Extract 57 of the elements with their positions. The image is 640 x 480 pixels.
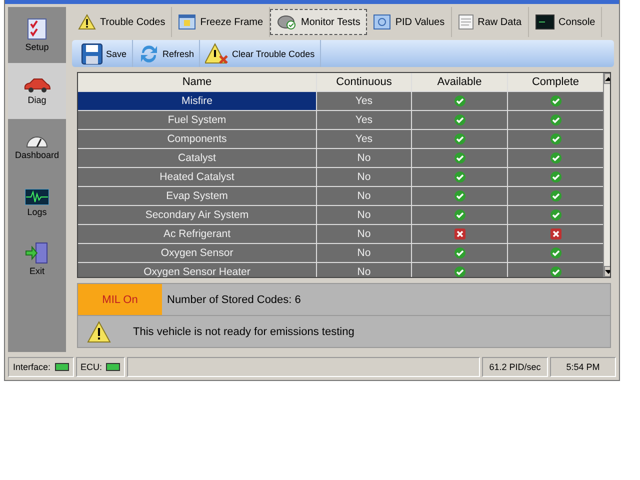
table-cell[interactable]: Oxygen Sensor [78, 244, 316, 262]
clock: 5:54 PM [550, 357, 616, 377]
table-cell[interactable]: Misfire [78, 92, 316, 110]
console-icon [534, 14, 555, 30]
document-icon [458, 14, 474, 30]
sidebar-item[interactable]: Dashboard [8, 119, 66, 175]
scrollbar[interactable] [603, 73, 610, 277]
table-cell[interactable]: Components [78, 130, 316, 148]
table-cell[interactable]: Heated Catalyst [78, 168, 316, 186]
table-cell: Yes [317, 92, 411, 110]
tab[interactable]: Monitor Tests [270, 9, 368, 35]
status-label: ECU: [80, 362, 102, 372]
warning-icon [78, 14, 96, 30]
table-cell[interactable]: Catalyst [78, 149, 316, 167]
status-label: Interface: [13, 362, 51, 372]
sidebar-item[interactable]: Diag [8, 63, 66, 119]
tab[interactable]: Trouble Codes [72, 7, 172, 37]
emissions-message: This vehicle is not ready for emissions testing [133, 326, 354, 338]
table-cell: No [317, 225, 411, 243]
window-icon [178, 14, 196, 30]
tab[interactable]: Freeze Frame [172, 7, 270, 37]
sidebar-item[interactable]: Logs [8, 175, 66, 231]
table-cell: No [317, 244, 411, 262]
exit-door-icon [25, 242, 49, 264]
waveform-icon [25, 189, 49, 205]
table-cell: Yes [317, 130, 411, 148]
warning-icon [87, 320, 111, 342]
sidebar-item[interactable]: Setup [8, 7, 66, 63]
column-header[interactable]: Available [412, 73, 507, 91]
toolbar-button[interactable]: Save [76, 40, 133, 67]
mil-indicator: MIL On [78, 284, 162, 315]
table-cell: No [317, 187, 411, 205]
table-cell: No [317, 206, 411, 224]
tab[interactable]: PID Values [367, 7, 452, 37]
table-cell: No [317, 149, 411, 167]
sidebar-item[interactable]: Exit [8, 231, 66, 287]
table-cell: No [317, 168, 411, 186]
table-cell[interactable]: Secondary Air System [78, 206, 316, 224]
car-icon [23, 77, 51, 93]
column-header[interactable]: Complete [508, 73, 603, 91]
table-cell[interactable]: Evap System [78, 187, 316, 205]
stored-codes-count: Number of Stored Codes: 6 [166, 292, 301, 308]
table-cell[interactable]: Oxygen Sensor Heater [78, 263, 316, 277]
tab[interactable]: Console [528, 7, 602, 37]
table-cell: Yes [317, 111, 411, 129]
window-icon [373, 14, 392, 30]
table-cell: No [317, 263, 411, 277]
warning-icon [205, 42, 230, 64]
column-header[interactable]: Name [78, 73, 316, 91]
pid-rate: 61.2 PID/sec [482, 357, 548, 377]
checklist-icon [27, 18, 47, 40]
table-cell[interactable]: Fuel System [78, 111, 316, 129]
toolbar-button[interactable]: Refresh [132, 40, 200, 67]
table-cell[interactable]: Ac Refrigerant [78, 225, 316, 243]
toolbar-button[interactable]: Clear Trouble Codes [200, 40, 321, 67]
column-header[interactable]: Continuous [317, 73, 411, 91]
tab[interactable]: Raw Data [452, 7, 529, 37]
